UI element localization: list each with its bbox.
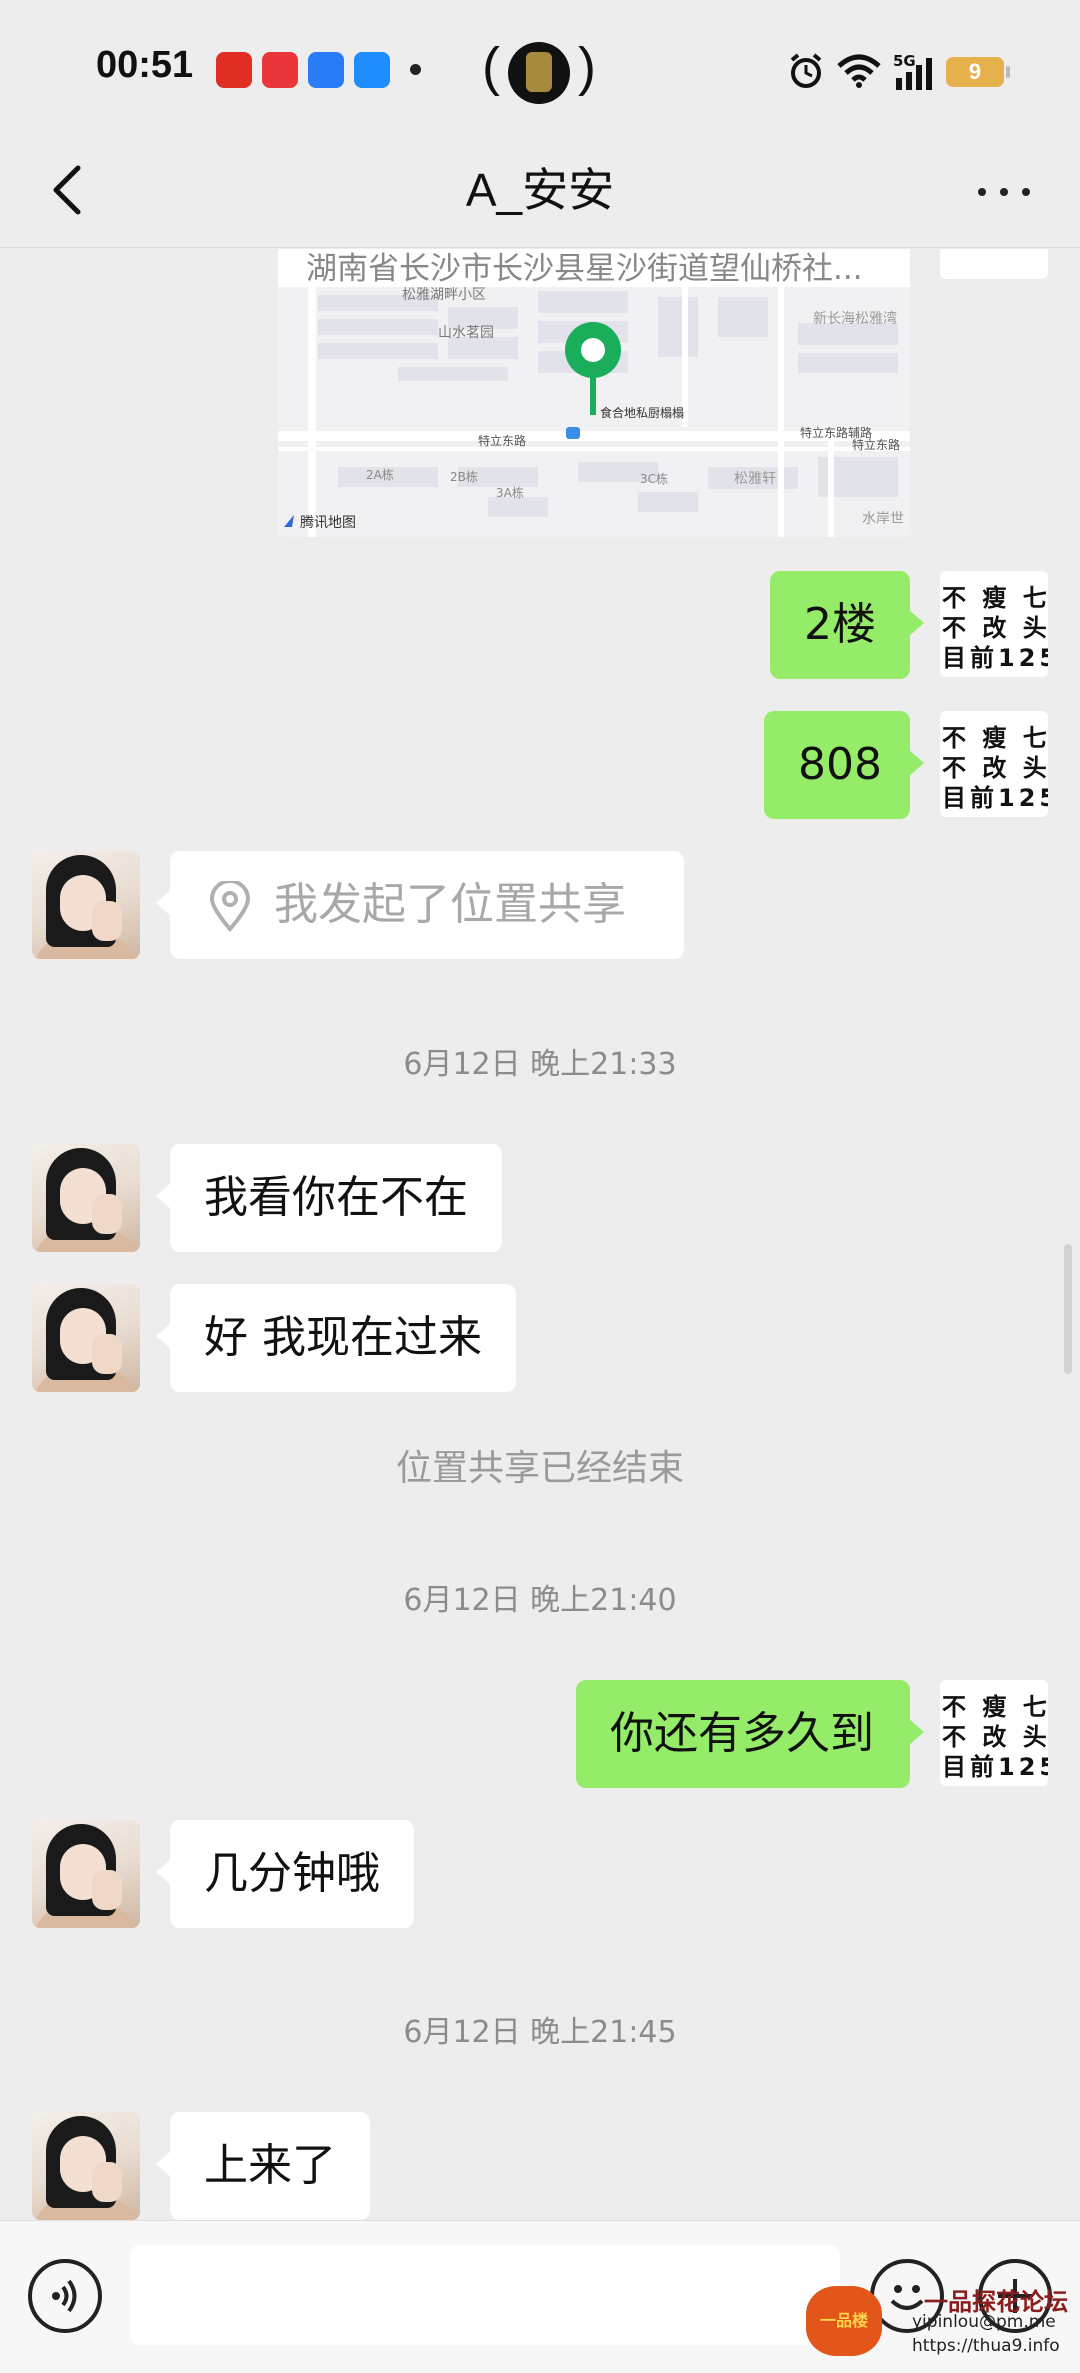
signal-icon <box>896 58 932 90</box>
map-label: 山水茗园 <box>438 325 494 341</box>
map-label: 水岸世 <box>862 511 904 527</box>
my-avatar[interactable]: 不 瘦 七 斤不 改 头 像目前125斤 <box>940 1680 1048 1786</box>
battery-indicator: 9 <box>946 57 1010 87</box>
voice-input-icon[interactable] <box>28 2259 102 2333</box>
map-label: 特立东路 <box>478 433 526 448</box>
my-avatar[interactable] <box>940 249 1048 279</box>
message-bubble-received[interactable]: 上来了 <box>156 2112 370 2220</box>
watermark-logo: 一品楼 <box>806 2286 882 2356</box>
alarm-icon <box>790 53 822 88</box>
chat-title: A_安安 <box>465 164 615 216</box>
timestamp: 6月12日 晚上21:40 <box>403 1583 677 1618</box>
location-share-text: 我发起了位置共享 <box>274 879 626 930</box>
location-address: 湖南省长沙市长沙县星沙街道望仙桥社... <box>306 251 863 287</box>
quark-icon <box>354 52 390 88</box>
message-bubble-received[interactable]: 我看你在不在 <box>156 1144 502 1252</box>
message-bubble-sent[interactable]: 808 <box>764 711 924 819</box>
message-bubble-received[interactable]: 几分钟哦 <box>156 1820 414 1928</box>
map-label: 3C栋 <box>640 471 668 486</box>
system-message: 位置共享已经结束 <box>395 1448 684 1489</box>
my-avatar[interactable]: 不 瘦 七 斤不 改 头 像目前125斤 <box>940 711 1048 817</box>
map-label: 2A栋 <box>366 467 394 482</box>
svg-text:腾讯地图: 腾讯地图 <box>300 514 356 531</box>
more-options-icon[interactable] <box>978 176 1038 206</box>
my-avatar[interactable]: 不 瘦 七 斤不 改 头 像目前125斤 <box>940 571 1048 677</box>
clock: 00:51 <box>96 44 194 86</box>
timestamp: 6月12日 晚上21:45 <box>403 2015 677 2050</box>
timestamp: 6月12日 晚上21:33 <box>403 1047 677 1082</box>
qidian-icon <box>262 52 298 88</box>
map-label: 新长海松雅湾 <box>813 310 897 327</box>
pinduoduo-icon <box>216 52 252 88</box>
map-label: 松雅轩 <box>734 471 776 487</box>
map-label: 食合地私厨榻榻 <box>600 405 684 420</box>
location-card[interactable]: 湖南省长沙市长沙县星沙街道望仙桥社... 松雅湖畔小区 山水茗园 新长海松雅湾 <box>278 249 910 537</box>
contact-avatar[interactable] <box>32 2112 140 2220</box>
watermark-url: https://thua9.info <box>912 2336 1060 2356</box>
map-label: 3A栋 <box>496 485 524 500</box>
location-pin-icon <box>209 881 251 932</box>
message-bubble-sent[interactable]: 你还有多久到 <box>576 1680 924 1788</box>
watermark: 一品楼 一品探花论坛 yipinlou@pm.me https://thua9.… <box>806 2278 1076 2368</box>
status-bar: 00:51 ( ) 5G 9 <box>0 0 1080 130</box>
contact-avatar[interactable] <box>32 851 140 959</box>
contact-avatar[interactable] <box>32 1820 140 1928</box>
location-map: 松雅湖畔小区 山水茗园 新长海松雅湾 食合地私厨榻榻 特立东路 特立东路辅路 特… <box>278 287 910 537</box>
notification-dot <box>410 64 421 75</box>
wifi-icon <box>837 54 881 88</box>
paren-right: ) <box>578 37 596 97</box>
baidu-netdisk-icon <box>308 52 344 88</box>
watermark-email: yipinlou@pm.me <box>912 2312 1056 2332</box>
message-input[interactable] <box>130 2245 840 2345</box>
location-share-bubble[interactable]: 我发起了位置共享 <box>156 851 684 959</box>
map-label: 松雅湖畔小区 <box>402 287 486 303</box>
message-bubble-received[interactable]: 好 我现在过来 <box>156 1284 516 1392</box>
contact-avatar[interactable] <box>32 1284 140 1392</box>
contact-avatar[interactable] <box>32 1144 140 1252</box>
message-bubble-sent[interactable]: 2楼 <box>770 571 924 679</box>
map-label: 2B栋 <box>450 469 478 484</box>
message-list[interactable]: 湖南省长沙市长沙县星沙街道望仙桥社... 松雅湖畔小区 山水茗园 新长海松雅湾 <box>0 249 1080 2220</box>
map-label: 特立东路 <box>852 437 900 452</box>
scrollbar[interactable] <box>1064 1244 1072 1374</box>
chat-header: A_安安 <box>0 130 1080 248</box>
